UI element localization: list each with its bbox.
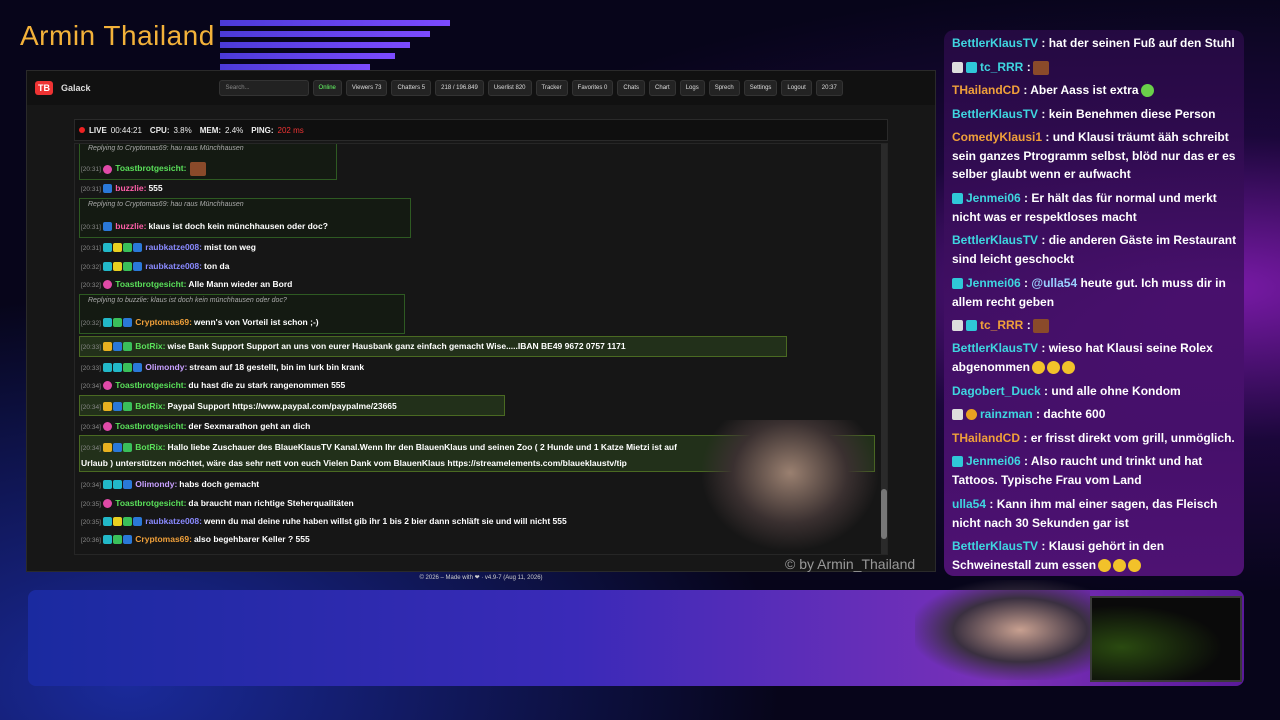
- clock: 20:37: [815, 80, 843, 96]
- badge-icon: [102, 222, 112, 232]
- chat-message: [20:34] Olimondy: habs doch gemacht: [81, 479, 260, 490]
- title-stripes: [220, 20, 450, 75]
- chats-button[interactable]: Chats: [617, 80, 646, 96]
- sprech-button[interactable]: Sprech: [708, 80, 740, 96]
- ping-value: 202 ms: [277, 125, 304, 135]
- reply-block: Replying to Cryptomas69: hau raus Münchh…: [79, 198, 411, 238]
- emote-icon: [1140, 84, 1154, 98]
- chat-scrollbar[interactable]: [881, 144, 887, 554]
- chat-message: [20:32] Cryptomas69: wenn's von Vorteil i…: [81, 317, 319, 328]
- chat-message-continued: Urlaub ) unterstützen möchtet, wäre das …: [81, 458, 627, 468]
- side-message: tc_RRR :: [952, 316, 1240, 335]
- side-message: BettlerKlausTV : die anderen Gäste im Re…: [952, 233, 1237, 266]
- side-message: THailandCD : Aber Aass ist extra: [952, 81, 1240, 100]
- reply-text: Replying to Cryptomas69: hau raus Münchh…: [88, 145, 244, 152]
- side-message: THailandCD : er frisst direkt vom grill,…: [952, 431, 1235, 445]
- brand-name: Galack: [61, 83, 91, 93]
- chat-message: [20:33] BotRix: wise Bank Support Support…: [81, 341, 626, 352]
- chat-message: [20:32] Toastbrotgesicht: Alle Mann wiede…: [81, 279, 293, 290]
- reply-text: Replying to buzzlie: klaus ist doch kein…: [88, 297, 287, 304]
- reply-block: Replying to buzzlie: klaus ist doch kein…: [79, 294, 405, 334]
- side-message: Jenmei06 : @ulla54 heute gut. Ich muss d…: [952, 276, 1226, 309]
- logs-button[interactable]: Logs: [679, 80, 705, 96]
- side-message: rainzman : dachte 600: [952, 405, 1240, 424]
- badge-icon: [102, 164, 112, 174]
- emote-icon: [1032, 318, 1049, 333]
- badge-icon: [102, 184, 112, 194]
- watermark: © by Armin_Thailand: [785, 556, 916, 572]
- cpu-label: CPU:: [149, 125, 170, 135]
- settings-button[interactable]: Settings: [743, 80, 778, 96]
- gameplay-frame: [1090, 596, 1242, 682]
- mem-label: MEM:: [199, 125, 222, 135]
- emote-icon: [190, 162, 207, 176]
- overlay-title: Armin Thailand: [20, 20, 215, 51]
- app-footer: © 2026 – Made with ❤ · v4.9-7 (Aug 11, 2…: [419, 575, 543, 581]
- side-message: ComedyKlausi1 : und Klausi träumt ääh sc…: [952, 130, 1236, 181]
- search-input[interactable]: Search...: [218, 80, 309, 96]
- userlist-button[interactable]: Userlist 820: [487, 80, 532, 96]
- live-dot-icon: [79, 127, 85, 133]
- side-message: BettlerKlausTV : Klausi gehört in den Sc…: [952, 539, 1165, 572]
- chat-message: [20:34] Toastbrotgesicht: du hast die zu …: [81, 380, 346, 391]
- chat-message: [20:31] Toastbrotgesicht:: [81, 162, 207, 176]
- viewers-button[interactable]: Viewers 73: [345, 80, 388, 96]
- ping-label: PING:: [251, 125, 274, 135]
- side-message: BettlerKlausTV : kein Benehmen diese Per…: [952, 107, 1216, 121]
- favorites-button[interactable]: Favorites 0: [571, 80, 614, 96]
- chat-message: [20:31] raubkatze008: mist ton weg: [81, 242, 256, 253]
- mem-value: 2.4%: [225, 125, 244, 135]
- emote-icon: [1032, 60, 1049, 75]
- webcam-feed: [700, 420, 880, 552]
- tracker-button[interactable]: Tracker: [535, 80, 568, 96]
- live-label: LIVE: [89, 125, 107, 135]
- side-message: Jenmei06 : Er hält das für normal und me…: [952, 191, 1217, 224]
- side-chat-panel: BettlerKlausTV : hat der seinen Fuß auf …: [944, 30, 1244, 576]
- messages-count[interactable]: 218 / 196.849: [435, 80, 484, 96]
- chat-message: [20:33] Olimondy: stream auf 18 gestellt,…: [81, 362, 365, 373]
- chat-message: [20:34] BotRix: Paypal Support https://ww…: [81, 401, 397, 412]
- chatters-button[interactable]: Chatters 5: [391, 80, 432, 96]
- chat-message: [20:35] raubkatze008: wenn du mal deine r…: [81, 516, 567, 527]
- chart-button[interactable]: Chart: [649, 80, 676, 96]
- scroll-thumb[interactable]: [881, 489, 887, 539]
- side-message: BettlerKlausTV : hat der seinen Fuß auf …: [952, 36, 1235, 50]
- chat-message: [20:36] Cryptomas69: also begehbarer Kell…: [81, 534, 310, 545]
- chat-message: [20:31] buzzlie: klaus ist doch kein münc…: [81, 221, 328, 232]
- side-message: ulla54 : Kann ihm mal einer sagen, das F…: [952, 497, 1218, 530]
- cpu-value: 3.8%: [173, 125, 192, 135]
- side-message: Jenmei06 : Also raucht und trinkt und ha…: [952, 454, 1203, 487]
- chat-message: [20:34] Toastbrotgesicht: der Sexmarathon…: [81, 421, 311, 432]
- live-status-bar: LIVE 00:44:21 CPU: 3.8% MEM: 2.4% PING: …: [74, 119, 888, 141]
- logout-button[interactable]: Logout: [781, 80, 812, 96]
- chat-message: [20:32] raubkatze008: ton da: [81, 261, 230, 272]
- side-message: BettlerKlausTV : wieso hat Klausi seine …: [952, 341, 1213, 374]
- top-navbar: TB Galack Search... Online Viewers 73 Ch…: [27, 71, 935, 105]
- online-button[interactable]: Online: [312, 80, 342, 96]
- secondary-webcam: [915, 580, 1090, 680]
- chat-message: [20:31] buzzlie: 555: [81, 183, 163, 194]
- reply-text: Replying to Cryptomas69: hau raus Münchh…: [88, 201, 244, 208]
- chat-message: [20:35] Toastbrotgesicht: da braucht man …: [81, 498, 354, 509]
- chat-message: [20:34] BotRix: Hallo liebe Zuschauer des…: [81, 442, 677, 453]
- app-logo[interactable]: TB: [35, 81, 53, 95]
- side-message: tc_RRR :: [952, 58, 1240, 77]
- uptime: 00:44:21: [110, 125, 142, 135]
- side-message: Dagobert_Duck : und alle ohne Kondom: [952, 384, 1181, 398]
